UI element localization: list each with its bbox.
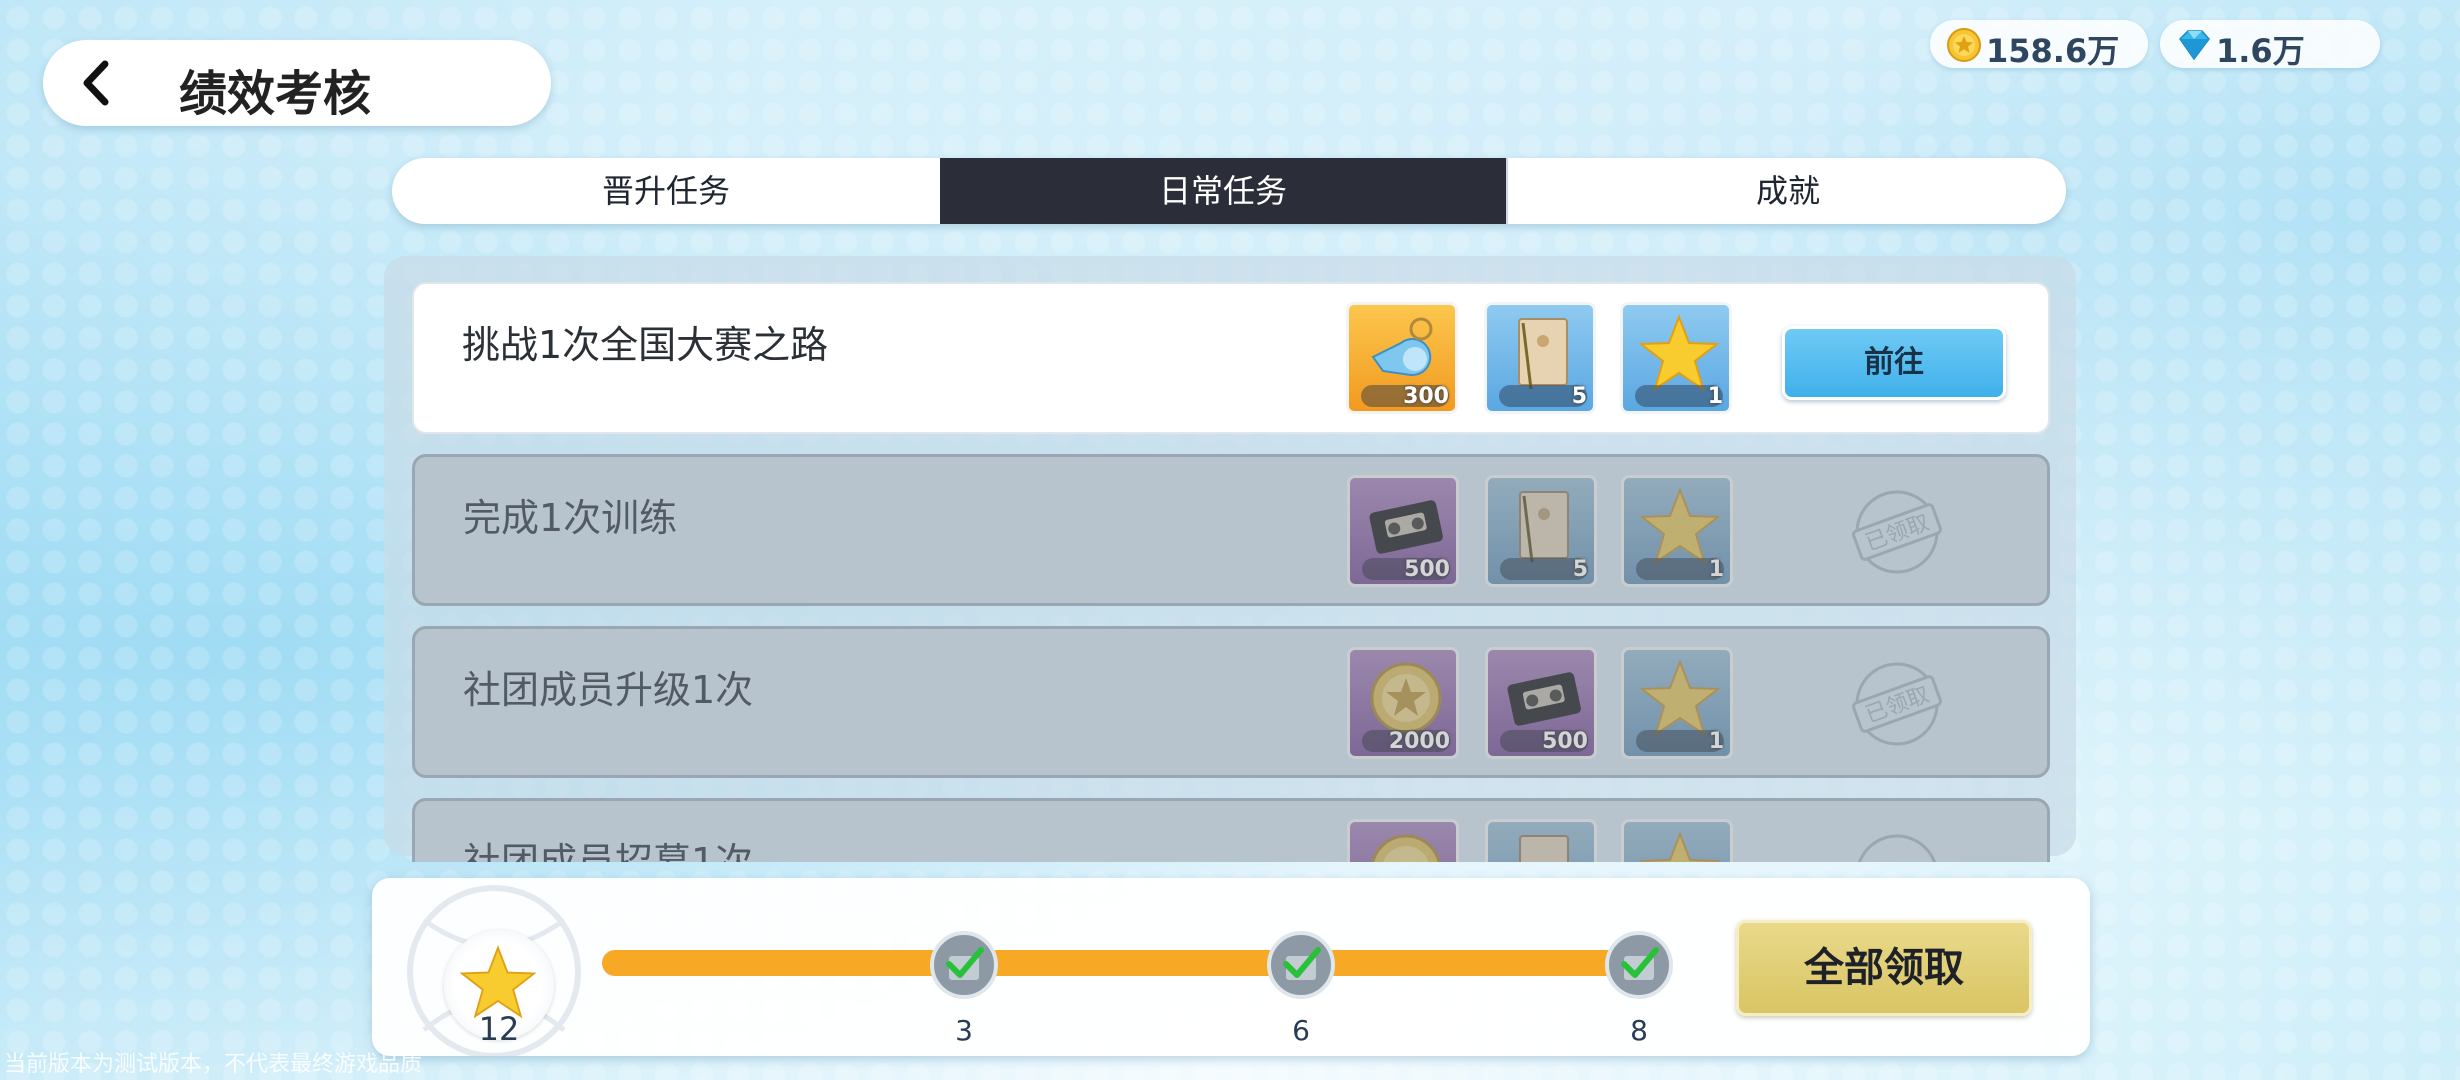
milestone-chest[interactable] — [929, 930, 999, 1000]
envelope-icon — [1519, 491, 1569, 563]
task-row: 挑战1次全国大赛之路 300 5 1 前往 — [412, 282, 2050, 434]
star-icon — [1640, 831, 1720, 862]
claimed-check-icon — [1267, 931, 1335, 999]
reward-quantity: 1 — [1708, 729, 1724, 754]
reward-quantity: 1 — [1708, 557, 1724, 582]
reward-quantity: 500 — [1542, 729, 1588, 754]
reward-quantity: 5 — [1572, 557, 1588, 582]
reward-item[interactable]: 1 — [1621, 647, 1733, 759]
go-button[interactable]: 前往 — [1782, 326, 2006, 400]
milestone-label: 8 — [1630, 1014, 1648, 1047]
videotape-icon — [1507, 672, 1581, 726]
coin-balance[interactable]: 158.6万 — [1930, 20, 2148, 70]
tab-achievement[interactable]: 成就 — [1506, 158, 2066, 224]
envelope-icon — [1518, 318, 1568, 390]
diamond-icon — [2179, 30, 2210, 61]
test-version-notice: 当前版本为测试版本，不代表最终游戏品质 — [4, 1052, 423, 1077]
coin-icon — [1371, 834, 1441, 862]
envelope-icon — [1519, 835, 1569, 862]
coin-value: 158.6万 — [1986, 32, 2120, 70]
reward-item[interactable]: 300 — [1346, 302, 1458, 414]
claimed-check-icon — [1605, 931, 1673, 999]
star-icon — [1640, 659, 1720, 737]
milestone-label: 6 — [1292, 1014, 1310, 1047]
gem-balance[interactable]: 1.6万 — [2160, 20, 2380, 70]
milestone-chest[interactable] — [1266, 930, 1336, 1000]
reward-quantity: 500 — [1404, 557, 1450, 582]
reward-item[interactable] — [1347, 819, 1459, 862]
activity-progress-panel: 12 3 6 8 全部领取 — [372, 878, 2090, 1056]
reward-item[interactable]: 5 — [1484, 302, 1596, 414]
task-row: 社团成员升级1次 2000 500 1 已领取 — [412, 626, 2050, 778]
task-list[interactable]: 挑战1次全国大赛之路 300 5 1 前往 完成1次训练 500 5 1 已领取… — [412, 280, 2050, 862]
reward-item[interactable]: 500 — [1485, 647, 1597, 759]
reward-quantity: 2000 — [1388, 729, 1450, 754]
reward-item[interactable] — [1621, 819, 1733, 862]
coin-icon — [1370, 662, 1442, 734]
task-row: 社团成员招募1次 — [412, 798, 2050, 862]
reward-quantity: 1 — [1707, 384, 1723, 409]
claimed-stamp — [1855, 834, 1939, 862]
page-title: 绩效考核 — [179, 66, 372, 122]
task-name: 挑战1次全国大赛之路 — [462, 323, 829, 367]
reward-item[interactable]: 2000 — [1347, 647, 1459, 759]
whistle-icon — [1371, 317, 1433, 377]
videotape-icon — [1369, 500, 1443, 554]
star-icon — [1640, 487, 1720, 565]
milestone-chest[interactable] — [1604, 930, 1674, 1000]
task-name: 社团成员招募1次 — [463, 840, 754, 862]
task-row: 完成1次训练 500 5 1 已领取 — [412, 454, 2050, 606]
coin-icon — [1947, 28, 1981, 62]
star-icon — [1639, 314, 1719, 392]
reward-item[interactable]: 5 — [1485, 475, 1597, 587]
progress-bar — [602, 950, 1662, 976]
star-icon — [460, 945, 536, 1019]
gem-value: 1.6万 — [2216, 32, 2305, 70]
task-tabs: 晋升任务 日常任务 成就 — [392, 158, 2066, 224]
task-name: 社团成员升级1次 — [463, 668, 754, 712]
tab-daily[interactable]: 日常任务 — [940, 158, 1506, 224]
chevron-left-icon — [83, 60, 109, 106]
reward-item[interactable]: 500 — [1347, 475, 1459, 587]
activity-points-value: 12 — [478, 1010, 520, 1048]
tab-promotion[interactable]: 晋升任务 — [392, 158, 940, 224]
back-button[interactable] — [73, 58, 123, 108]
task-name: 完成1次训练 — [463, 496, 678, 540]
reward-item[interactable]: 1 — [1621, 475, 1733, 587]
reward-quantity: 300 — [1403, 384, 1449, 409]
claim-all-button[interactable]: 全部领取 — [1736, 920, 2032, 1016]
reward-item[interactable] — [1485, 819, 1597, 862]
reward-quantity: 5 — [1571, 384, 1587, 409]
claimed-stamp: 已领取 — [1852, 490, 1942, 574]
progress-bar-fill — [602, 950, 1662, 976]
milestone-label: 3 — [955, 1014, 973, 1047]
claimed-stamp: 已领取 — [1852, 662, 1942, 746]
claimed-check-icon — [930, 931, 998, 999]
reward-item[interactable]: 1 — [1620, 302, 1732, 414]
header-title-bar: 绩效考核 — [43, 40, 551, 126]
